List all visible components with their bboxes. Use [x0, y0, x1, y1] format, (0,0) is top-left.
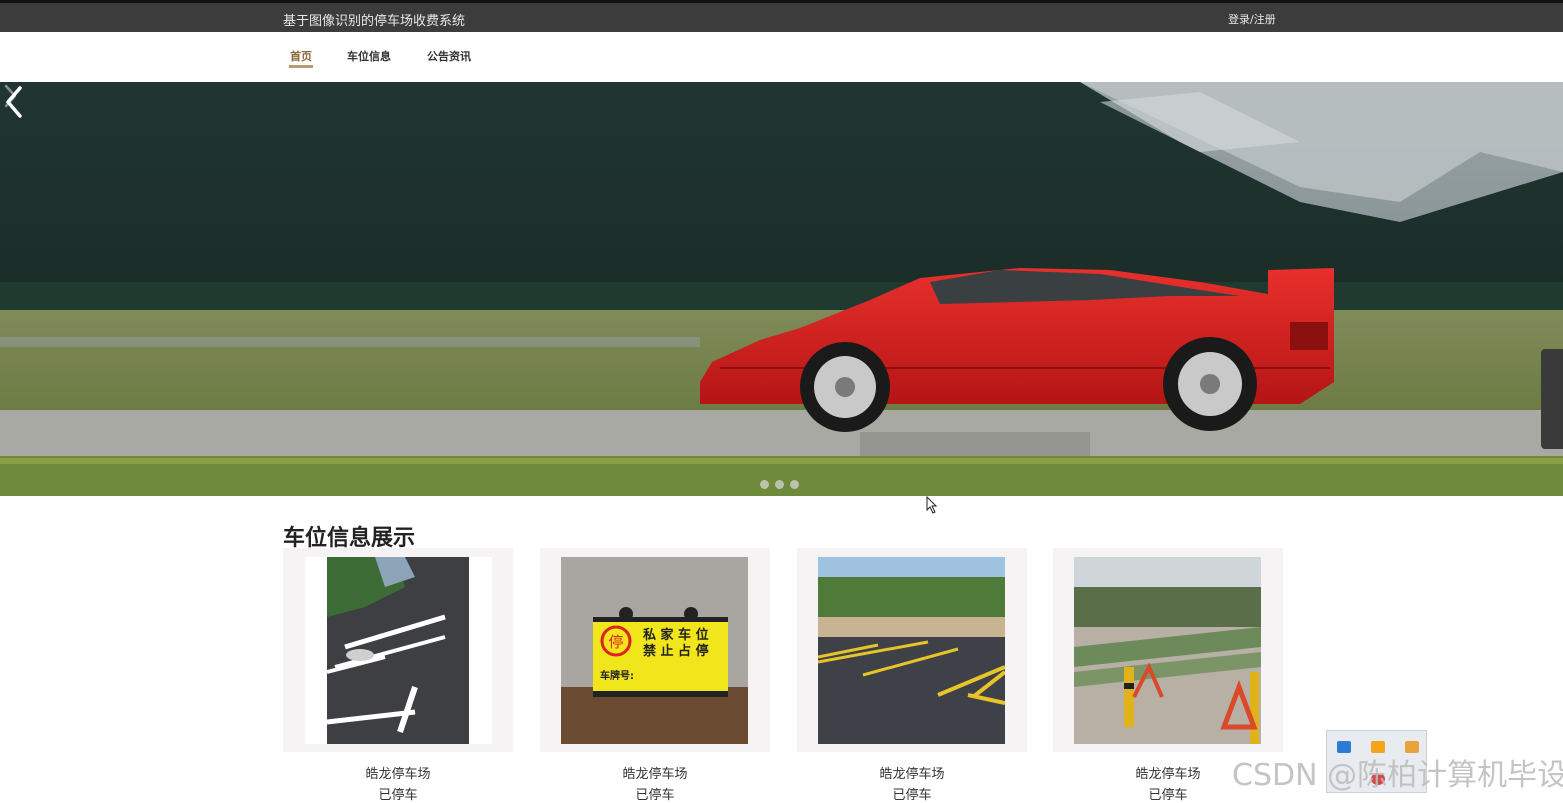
- sign-line-2: 禁 止 占 停: [643, 643, 709, 659]
- sign-line-1: 私 家 车 位: [643, 627, 709, 643]
- nav-item-home[interactable]: 首页: [290, 48, 312, 64]
- login-register-link[interactable]: 登录/注册: [1228, 11, 1276, 27]
- site-title: 基于图像识别的停车场收费系统: [283, 14, 466, 29]
- side-panel-toggle[interactable]: [1541, 349, 1563, 449]
- parking-photo: [818, 557, 1005, 744]
- watermark-text: CSDN @陈柏计算机毕设: [1232, 758, 1563, 793]
- nav-item-announcements[interactable]: 公告资讯: [427, 48, 471, 64]
- parking-photo: [305, 557, 492, 744]
- parking-card[interactable]: 停 私 家 车 位 禁 止 占 停 车牌号:: [540, 548, 770, 752]
- nav-item-parking-info[interactable]: 车位信息: [347, 48, 391, 64]
- carousel-dots: [760, 474, 805, 489]
- sign-plate-label: 车牌号:: [600, 669, 634, 682]
- parking-lot-name: 皓龙停车场: [879, 767, 945, 782]
- parking-card[interactable]: [1053, 548, 1283, 752]
- parking-photo: [1074, 557, 1261, 744]
- carousel-dot-3[interactable]: [790, 480, 799, 489]
- banner-carousel: [0, 82, 1563, 496]
- parking-card[interactable]: [797, 548, 1027, 752]
- parking-lot-name: 皓龙停车场: [365, 767, 431, 782]
- parking-status: 已停车: [892, 788, 932, 803]
- sign-symbol: 停: [608, 633, 623, 651]
- parking-lot-name: 皓龙停车场: [622, 767, 688, 782]
- main-nav: 首页 车位信息 公告资讯: [0, 32, 1563, 82]
- banner-image: [0, 82, 1563, 496]
- mouse-cursor-icon: [926, 496, 938, 514]
- carousel-next-icon[interactable]: [0, 82, 20, 110]
- parking-status: 已停车: [635, 788, 675, 803]
- carousel-dot-2[interactable]: [775, 480, 784, 489]
- parking-photo: 停 私 家 车 位 禁 止 占 停 车牌号:: [561, 557, 748, 744]
- parking-status: 已停车: [378, 788, 418, 803]
- parking-card[interactable]: [283, 548, 513, 752]
- carousel-dot-1[interactable]: [760, 480, 769, 489]
- nav-active-underline: [289, 65, 313, 68]
- top-bar: 基于图像识别的停车场收费系统 登录/注册: [0, 0, 1563, 32]
